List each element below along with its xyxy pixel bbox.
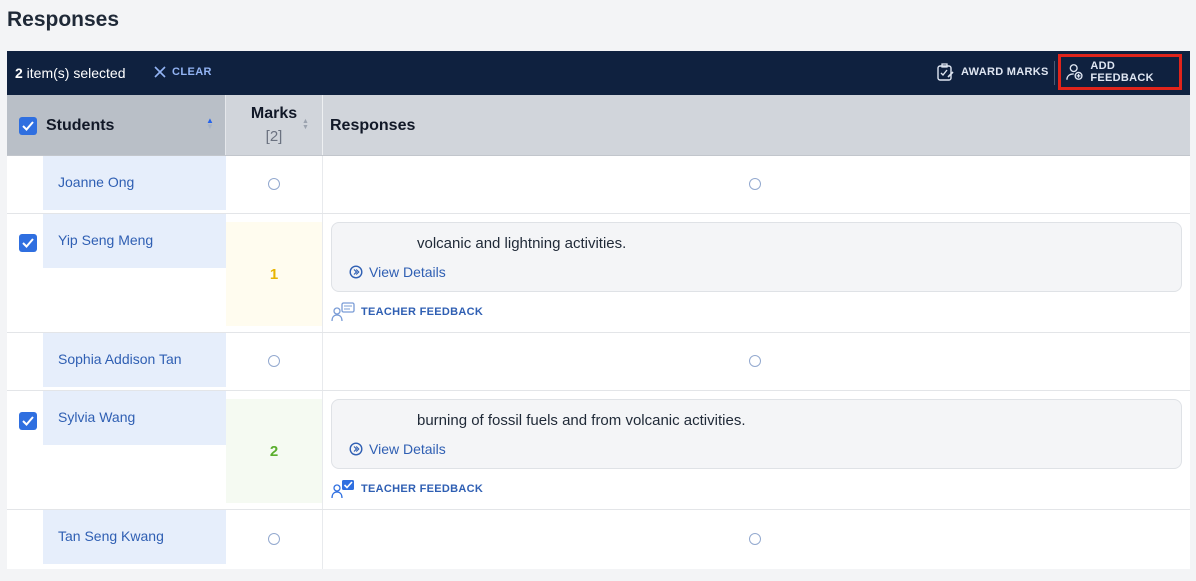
row-checkbox[interactable] xyxy=(19,412,37,430)
column-divider xyxy=(322,510,323,569)
sort-ascending-icon[interactable]: ▲ ▼ xyxy=(206,117,214,131)
student-name-cell: Sophia Addison Tan xyxy=(43,333,226,387)
students-header-label: Students xyxy=(46,117,115,134)
students-column-header[interactable]: Students ▲ ▼ xyxy=(7,95,226,155)
response-radio[interactable] xyxy=(749,355,761,367)
award-marks-button[interactable]: AWARD MARKS xyxy=(935,62,1049,82)
add-feedback-button[interactable]: ADD FEEDBACK xyxy=(1058,54,1182,90)
selection-count-text: 2 item(s) selected xyxy=(15,65,126,81)
mark-cell[interactable]: 2 xyxy=(226,399,322,503)
clear-selection-button[interactable]: CLEAR xyxy=(153,65,212,79)
column-divider xyxy=(322,333,323,390)
mark-radio[interactable] xyxy=(268,178,280,190)
selected-label: item(s) selected xyxy=(22,65,126,81)
column-divider xyxy=(322,214,323,332)
teacher-feedback-button[interactable]: TEACHER FEEDBACK xyxy=(331,479,483,499)
page-title: Responses xyxy=(7,8,120,31)
column-divider xyxy=(322,391,323,509)
award-marks-icon xyxy=(937,63,954,81)
select-all-checkbox[interactable] xyxy=(19,117,37,135)
student-name-link[interactable]: Joanne Ong xyxy=(58,174,134,190)
table-row: Joanne Ong xyxy=(7,156,1190,214)
chevron-circle-icon xyxy=(349,265,363,279)
mark-radio[interactable] xyxy=(268,533,280,545)
selected-count: 2 xyxy=(15,65,23,81)
student-name-link[interactable]: Sophia Addison Tan xyxy=(58,351,182,367)
view-details-label: View Details xyxy=(369,441,446,457)
view-details-link[interactable]: View Details xyxy=(349,264,446,280)
table-header: Students ▲ ▼ Marks [2] ▲ ▼ Responses xyxy=(7,95,1190,156)
award-marks-label: AWARD MARKS xyxy=(961,66,1049,78)
view-details-label: View Details xyxy=(369,264,446,280)
response-card: burning of fossil fuels and from volcani… xyxy=(331,399,1182,469)
table-row: Sophia Addison Tan xyxy=(7,333,1190,391)
response-text: burning of fossil fuels and from volcani… xyxy=(417,412,746,429)
sort-icon[interactable]: ▲ ▼ xyxy=(302,118,309,131)
clear-label: CLEAR xyxy=(172,66,212,78)
teacher-feedback-label: TEACHER FEEDBACK xyxy=(361,483,484,495)
mark-value: 2 xyxy=(269,443,279,460)
response-radio[interactable] xyxy=(749,533,761,545)
student-name-cell: Joanne Ong xyxy=(43,156,226,210)
checkmark-icon xyxy=(22,238,34,248)
student-name-cell: Yip Seng Meng xyxy=(43,214,226,268)
add-feedback-label: ADD FEEDBACK xyxy=(1090,60,1154,84)
responses-panel: 2 item(s) selected CLEAR AWARD MARKS ADD… xyxy=(7,51,1190,569)
teacher-feedback-button[interactable]: TEACHER FEEDBACK xyxy=(331,302,483,322)
student-name-cell: Sylvia Wang xyxy=(43,391,226,445)
marks-column-header[interactable]: Marks [2] ▲ ▼ xyxy=(226,95,323,155)
view-details-link[interactable]: View Details xyxy=(349,441,446,457)
student-name-link[interactable]: Yip Seng Meng xyxy=(58,232,153,248)
toolbar-divider xyxy=(1054,61,1055,85)
checkmark-icon xyxy=(22,416,34,426)
mark-radio[interactable] xyxy=(268,355,280,367)
student-name-cell: Tan Seng Kwang xyxy=(43,510,226,564)
mark-value: 1 xyxy=(269,266,279,283)
close-icon xyxy=(154,66,166,78)
student-name-link[interactable]: Tan Seng Kwang xyxy=(58,528,164,544)
responses-header-label: Responses xyxy=(330,117,416,134)
chevron-circle-icon xyxy=(349,442,363,456)
table-row: Yip Seng Meng 1 volcanic and lightning a… xyxy=(7,214,1190,333)
table-row: Tan Seng Kwang xyxy=(7,510,1190,569)
response-text: volcanic and lightning activities. xyxy=(417,235,627,252)
selection-toolbar: 2 item(s) selected CLEAR AWARD MARKS ADD… xyxy=(7,51,1190,95)
add-feedback-icon xyxy=(1066,64,1083,80)
checkmark-icon xyxy=(22,121,34,131)
teacher-feedback-label: TEACHER FEEDBACK xyxy=(361,306,484,318)
feedback-checked-icon xyxy=(331,480,354,499)
response-radio[interactable] xyxy=(749,178,761,190)
table-row: Sylvia Wang 2 burning of fossil fuels an… xyxy=(7,391,1190,510)
student-name-link[interactable]: Sylvia Wang xyxy=(58,409,135,425)
feedback-comment-icon xyxy=(331,302,355,322)
row-checkbox[interactable] xyxy=(19,234,37,252)
mark-cell[interactable]: 1 xyxy=(226,222,322,326)
response-card: volcanic and lightning activities. View … xyxy=(331,222,1182,292)
column-divider xyxy=(322,156,323,213)
